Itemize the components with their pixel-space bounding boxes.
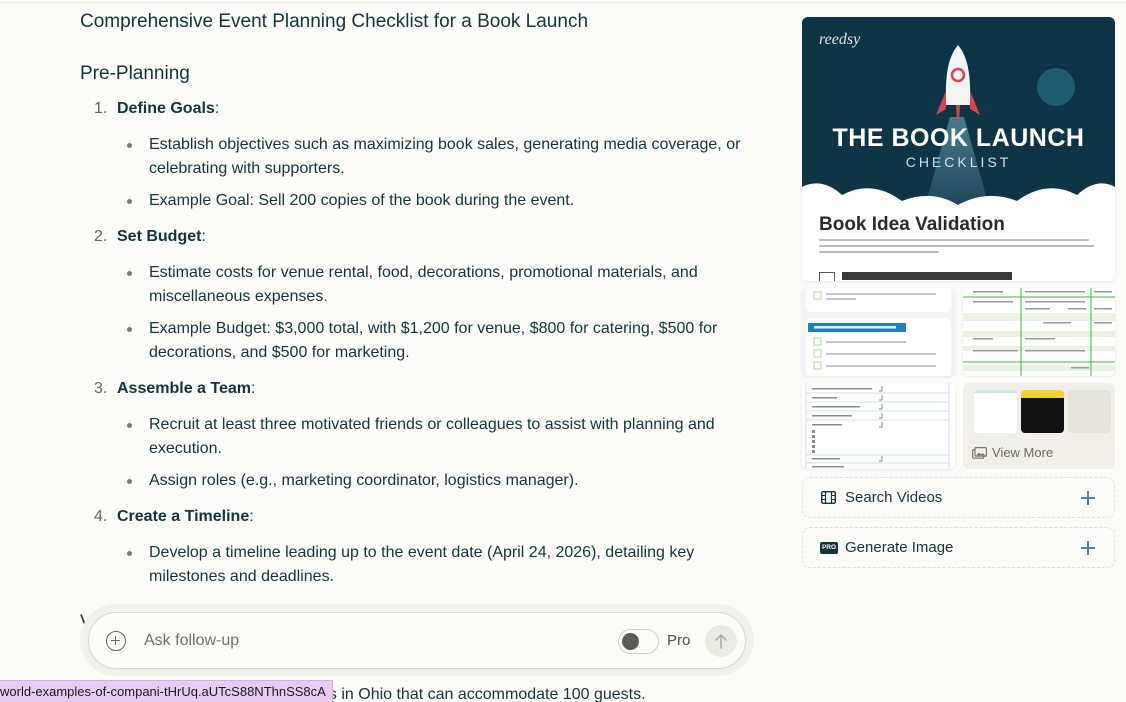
generate-image-button[interactable]: PRO Generate Image bbox=[802, 527, 1115, 568]
checklist-text-graphic bbox=[842, 272, 1012, 280]
search-videos-button[interactable]: Search Videos bbox=[802, 477, 1115, 518]
section-heading: Pre-Planning bbox=[80, 63, 190, 84]
bullet-dot bbox=[127, 423, 132, 428]
ask-followup-input[interactable] bbox=[144, 627, 584, 655]
step-label: Set Budget: bbox=[117, 228, 206, 245]
hero-body-title: Book Idea Validation bbox=[819, 214, 1005, 235]
image-result-hero[interactable]: reedsy THE BOOK LAUNCH CHECKLIST Book Id… bbox=[802, 17, 1115, 281]
arrow-up-icon bbox=[715, 634, 727, 649]
hero-banner: reedsy THE BOOK LAUNCH CHECKLIST bbox=[802, 17, 1115, 227]
toggle-knob bbox=[622, 633, 639, 650]
image-preview bbox=[1021, 390, 1064, 433]
bullet-dot bbox=[127, 143, 132, 148]
hero-subtitle: CHECKLIST bbox=[905, 154, 1012, 170]
document-title: Comprehensive Event Planning Checklist f… bbox=[80, 11, 589, 32]
followup-bar: Pro bbox=[88, 612, 746, 669]
partial-list-text: es in Ohio that can accommodate 100 gues… bbox=[320, 686, 646, 702]
step-label: Define Goals: bbox=[117, 100, 220, 117]
image-result-thumbnail[interactable] bbox=[802, 288, 955, 376]
rocket-icon bbox=[936, 45, 980, 121]
image-result-thumbnail[interactable] bbox=[963, 288, 1115, 376]
bullet-dot bbox=[127, 551, 132, 556]
step-number: 2. bbox=[94, 228, 108, 245]
bullet-dot bbox=[127, 271, 132, 276]
plus-icon bbox=[1081, 541, 1095, 555]
image-preview bbox=[1068, 390, 1111, 433]
step-number: 3. bbox=[94, 380, 108, 397]
top-divider bbox=[0, 0, 1126, 3]
step-label: Assemble a Team: bbox=[117, 380, 256, 397]
bullet-dot bbox=[127, 199, 132, 204]
spreadsheet-preview bbox=[963, 288, 1115, 376]
hero-title: THE BOOK LAUNCH bbox=[832, 124, 1085, 152]
step-number: 1. bbox=[94, 100, 108, 117]
generate-image-label: Generate Image bbox=[845, 539, 954, 556]
moon-graphic bbox=[1037, 68, 1075, 106]
hero-body-text bbox=[819, 239, 1099, 257]
brand-logo: reedsy bbox=[819, 31, 861, 48]
pro-toggle[interactable] bbox=[618, 629, 659, 654]
image-preview bbox=[974, 390, 1017, 433]
image-result-thumbnail[interactable] bbox=[802, 383, 955, 469]
step-number: 4. bbox=[94, 508, 108, 525]
send-button[interactable] bbox=[705, 625, 737, 657]
checkbox-graphic bbox=[819, 272, 835, 281]
checklist-preview bbox=[806, 288, 951, 376]
link-status-url: world-examples-of-compani-tHrUq.aUTcS88N… bbox=[0, 680, 333, 702]
form-preview bbox=[802, 383, 955, 469]
step-label: Create a Timeline: bbox=[117, 508, 254, 525]
view-more-label: View More bbox=[992, 445, 1054, 460]
attach-plus-icon[interactable] bbox=[106, 631, 126, 651]
film-icon bbox=[821, 491, 836, 504]
bullet-dot bbox=[127, 479, 132, 484]
plus-icon bbox=[1081, 491, 1095, 505]
bullet-dot bbox=[127, 327, 132, 332]
pro-label: Pro bbox=[667, 632, 691, 649]
view-more-button[interactable]: View More bbox=[963, 383, 1115, 469]
pro-badge-icon: PRO bbox=[820, 542, 838, 554]
search-videos-label: Search Videos bbox=[845, 489, 943, 506]
image-gallery-icon bbox=[972, 447, 987, 459]
